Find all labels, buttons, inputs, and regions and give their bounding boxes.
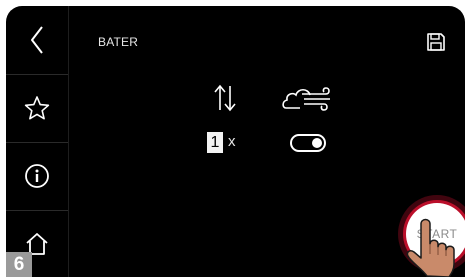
toggle-knob	[312, 138, 322, 148]
sidebar	[6, 6, 68, 277]
screen-title: BATER	[98, 35, 139, 49]
favorites-button[interactable]	[6, 74, 68, 142]
appliance-screen: BATER 1 x START	[6, 6, 465, 277]
quantity-suffix: x	[228, 133, 236, 150]
step-number-badge: 6	[6, 252, 32, 277]
quantity-value[interactable]: 1	[207, 132, 223, 153]
option-toggle[interactable]	[290, 134, 326, 152]
back-button[interactable]	[6, 6, 68, 74]
save-icon	[427, 33, 445, 51]
pointing-hand-icon	[406, 218, 455, 277]
star-icon	[24, 96, 50, 120]
air-wind-icon[interactable]	[282, 84, 336, 112]
up-down-arrows-icon[interactable]	[211, 83, 239, 113]
back-chevron-icon	[31, 26, 43, 54]
info-button[interactable]	[6, 142, 68, 210]
save-button[interactable]	[424, 30, 448, 54]
sidebar-border	[68, 6, 69, 277]
info-icon	[25, 164, 49, 188]
